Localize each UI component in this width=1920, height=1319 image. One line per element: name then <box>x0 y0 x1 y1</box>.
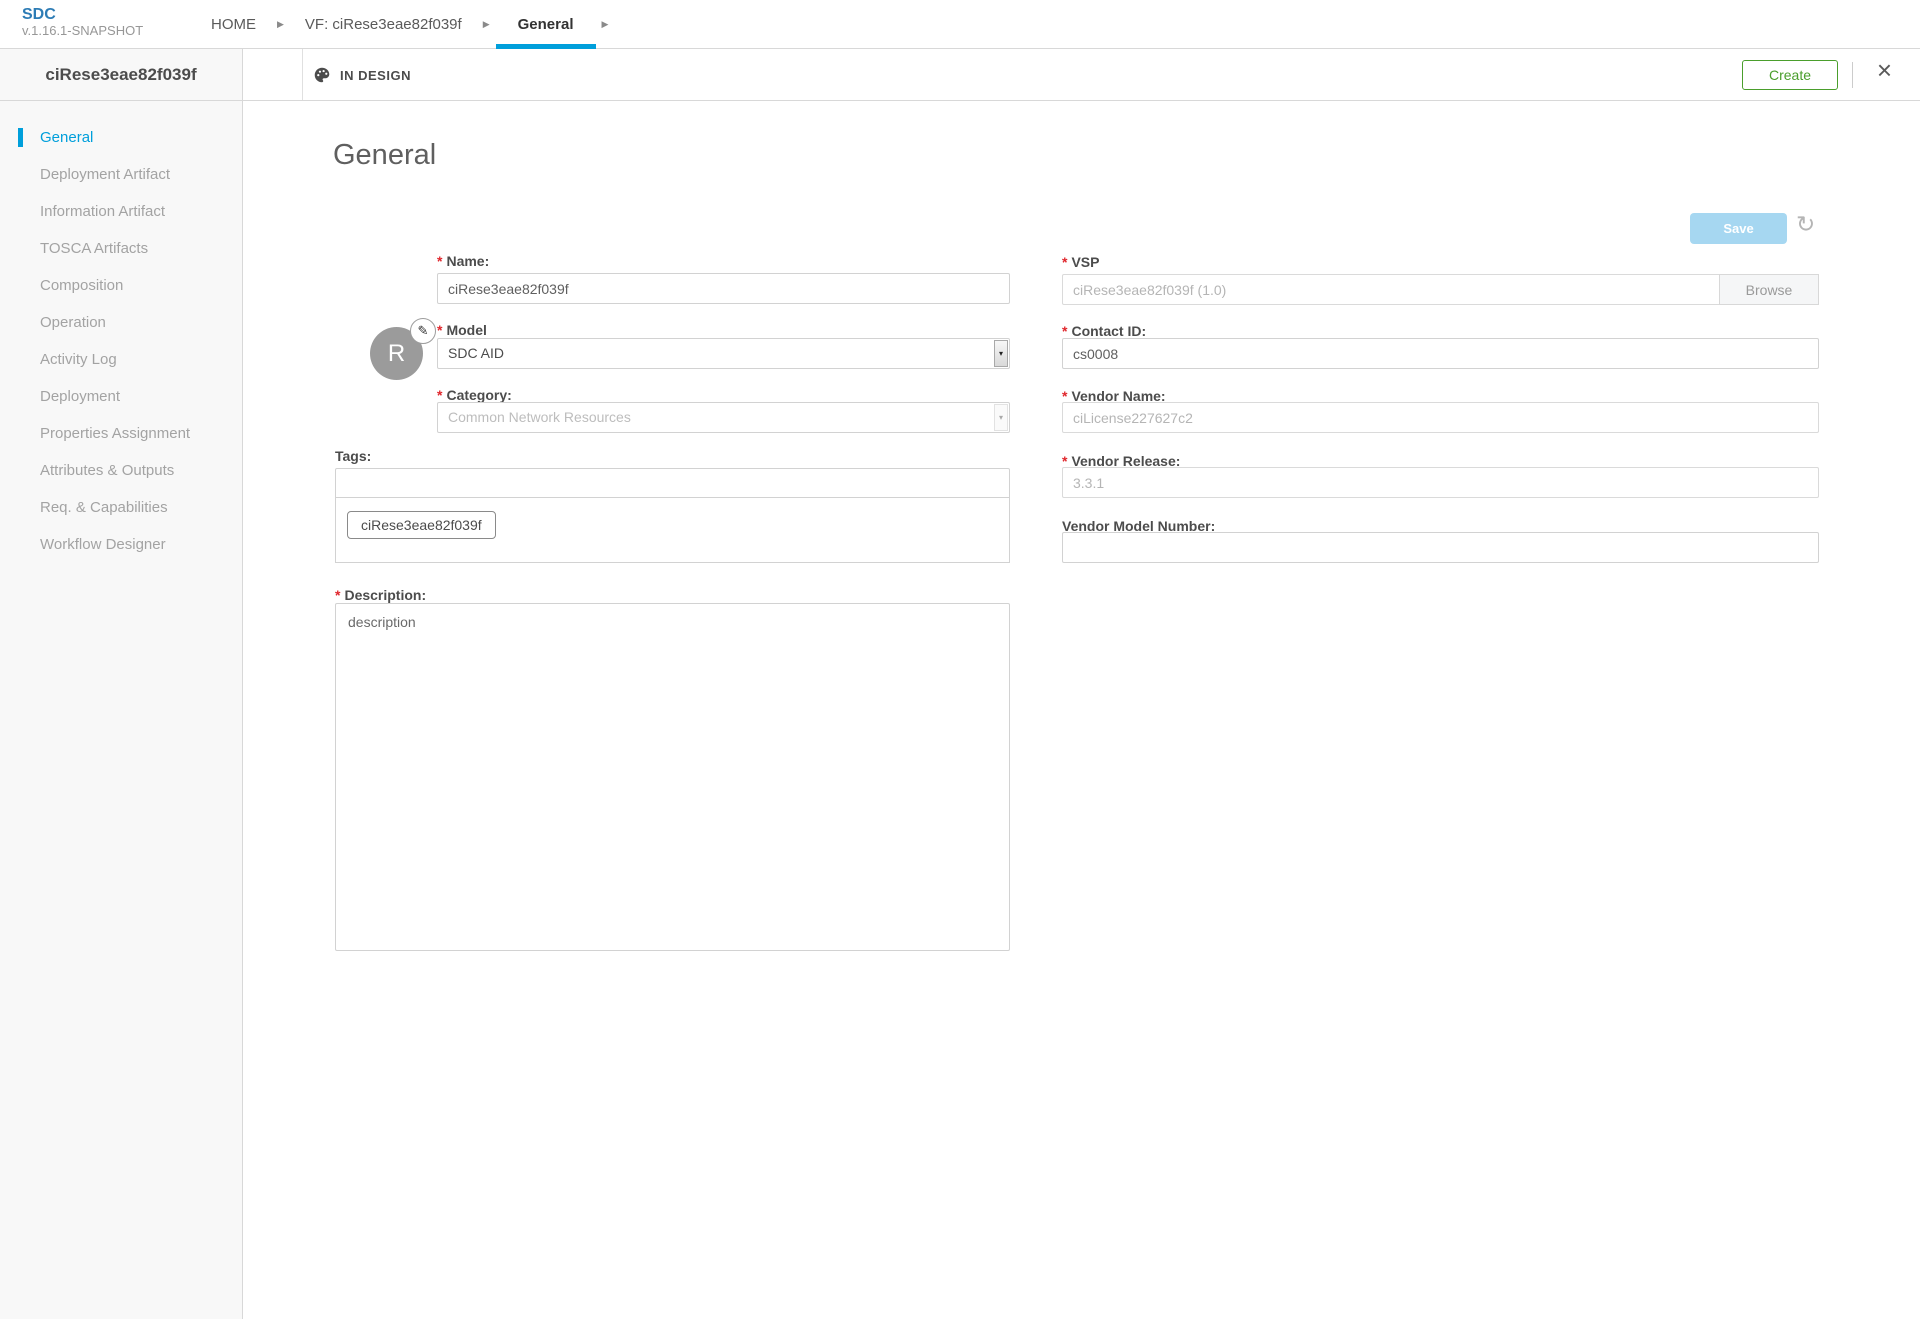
chevron-right-icon: ▶ <box>271 0 290 49</box>
required-marker: * <box>1062 254 1067 270</box>
sidebar-item-label: Attributes & Outputs <box>40 462 174 479</box>
sidebar-item-req-capabilities[interactable]: Req. & Capabilities <box>0 489 242 526</box>
chevron-down-icon: ▾ <box>994 404 1008 431</box>
name-input[interactable] <box>437 273 1010 304</box>
sidebar-item-deployment[interactable]: Deployment <box>0 378 242 415</box>
active-tab-underline <box>496 44 596 49</box>
breadcrumb-general-active-tab[interactable]: General <box>496 0 596 49</box>
sidebar-item-label: Properties Assignment <box>40 425 190 442</box>
chevron-right-icon: ▶ <box>477 0 496 49</box>
tags-input[interactable] <box>335 468 1010 498</box>
edit-avatar-button[interactable]: ✎ <box>410 318 436 344</box>
sidebar-item-label: Deployment <box>40 388 120 405</box>
tags-chips-area: ciRese3eae82f039f <box>335 498 1010 563</box>
action-bar: IN DESIGN Create × <box>243 49 1920 101</box>
tags-widget: ciRese3eae82f039f <box>335 468 1010 563</box>
lifecycle-status: IN DESIGN <box>313 49 411 101</box>
description-label: *Description: <box>335 587 426 603</box>
required-marker: * <box>437 253 442 269</box>
vsp-label: *VSP <box>1062 254 1099 270</box>
avatar-letter: R <box>388 340 405 368</box>
contact-id-input[interactable] <box>1062 338 1819 369</box>
sidebar-item-workflow-designer[interactable]: Workflow Designer <box>0 526 242 563</box>
name-label: *Name: <box>437 253 489 269</box>
sidebar-nav: General Deployment Artifact Information … <box>0 119 242 563</box>
general-page: General Save ↻ R ✎ *Name: *Model SDC AID… <box>243 101 1920 1319</box>
create-button[interactable]: Create <box>1742 60 1838 90</box>
sidebar: ciRese3eae82f039f General Deployment Art… <box>0 49 243 1319</box>
sidebar-item-attributes-outputs[interactable]: Attributes & Outputs <box>0 452 242 489</box>
model-selected-value: SDC AID <box>438 339 1009 368</box>
sdc-app: SDC v.1.16.1-SNAPSHOT HOME ▶ VF: ciRese3… <box>0 0 1920 1319</box>
sidebar-item-properties-assignment[interactable]: Properties Assignment <box>0 415 242 452</box>
category-select: Common Network Resources ▾ <box>437 402 1010 433</box>
required-marker: * <box>437 322 442 338</box>
category-selected-value: Common Network Resources <box>438 403 1009 432</box>
description-textarea[interactable]: description <box>335 603 1010 951</box>
sdc-logo: SDC v.1.16.1-SNAPSHOT <box>22 6 143 39</box>
required-marker: * <box>1062 323 1067 339</box>
tag-chip[interactable]: ciRese3eae82f039f <box>347 511 496 539</box>
browse-button[interactable]: Browse <box>1719 274 1819 305</box>
sidebar-item-deployment-artifact[interactable]: Deployment Artifact <box>0 156 242 193</box>
app-header: SDC v.1.16.1-SNAPSHOT HOME ▶ VF: ciRese3… <box>0 0 1920 49</box>
sidebar-item-composition[interactable]: Composition <box>0 267 242 304</box>
status-badge: IN DESIGN <box>340 68 411 83</box>
refresh-icon[interactable]: ↻ <box>1796 211 1815 238</box>
logo-title: SDC <box>22 6 143 24</box>
breadcrumb-vf[interactable]: VF: ciRese3eae82f039f <box>290 0 477 49</box>
logo-version: v.1.16.1-SNAPSHOT <box>22 24 143 39</box>
sidebar-item-general[interactable]: General <box>0 119 242 156</box>
breadcrumb-general-label: General <box>518 16 574 33</box>
sidebar-item-label: General <box>40 129 93 146</box>
sidebar-item-label: Deployment Artifact <box>40 166 170 183</box>
vsp-input <box>1062 274 1819 305</box>
model-label: *Model <box>437 322 487 338</box>
sidebar-item-information-artifact[interactable]: Information Artifact <box>0 193 242 230</box>
sidebar-item-label: Information Artifact <box>40 203 165 220</box>
resource-title: ciRese3eae82f039f <box>0 49 242 101</box>
sidebar-item-label: Workflow Designer <box>40 536 166 553</box>
sidebar-item-label: Req. & Capabilities <box>40 499 168 516</box>
breadcrumb: HOME ▶ VF: ciRese3eae82f039f ▶ General ▶ <box>196 0 614 49</box>
chevron-right-icon: ▶ <box>596 0 615 49</box>
model-select[interactable]: SDC AID ▾ <box>437 338 1010 369</box>
sidebar-item-activity-log[interactable]: Activity Log <box>0 341 242 378</box>
sidebar-item-label: Composition <box>40 277 123 294</box>
sidebar-item-label: Operation <box>40 314 106 331</box>
contact-id-label: *Contact ID: <box>1062 323 1146 339</box>
sidebar-item-operation[interactable]: Operation <box>0 304 242 341</box>
close-icon[interactable]: × <box>1877 55 1892 86</box>
chevron-down-icon: ▾ <box>994 340 1008 367</box>
sidebar-item-tosca-artifacts[interactable]: TOSCA Artifacts <box>0 230 242 267</box>
vendor-model-number-input[interactable] <box>1062 532 1819 563</box>
divider <box>1852 62 1853 88</box>
divider <box>302 49 303 100</box>
pencil-icon: ✎ <box>418 323 429 339</box>
save-button[interactable]: Save <box>1690 213 1787 244</box>
sidebar-item-label: TOSCA Artifacts <box>40 240 148 257</box>
vendor-name-input <box>1062 402 1819 433</box>
tags-label: Tags: <box>335 448 371 464</box>
active-item-bar <box>18 128 23 147</box>
required-marker: * <box>335 587 340 603</box>
page-title: General <box>333 139 436 172</box>
category-label: *Category: <box>437 387 512 403</box>
vendor-release-input <box>1062 467 1819 498</box>
palette-icon <box>313 67 331 83</box>
sidebar-item-label: Activity Log <box>40 351 117 368</box>
required-marker: * <box>437 387 442 403</box>
breadcrumb-home[interactable]: HOME <box>196 0 271 49</box>
